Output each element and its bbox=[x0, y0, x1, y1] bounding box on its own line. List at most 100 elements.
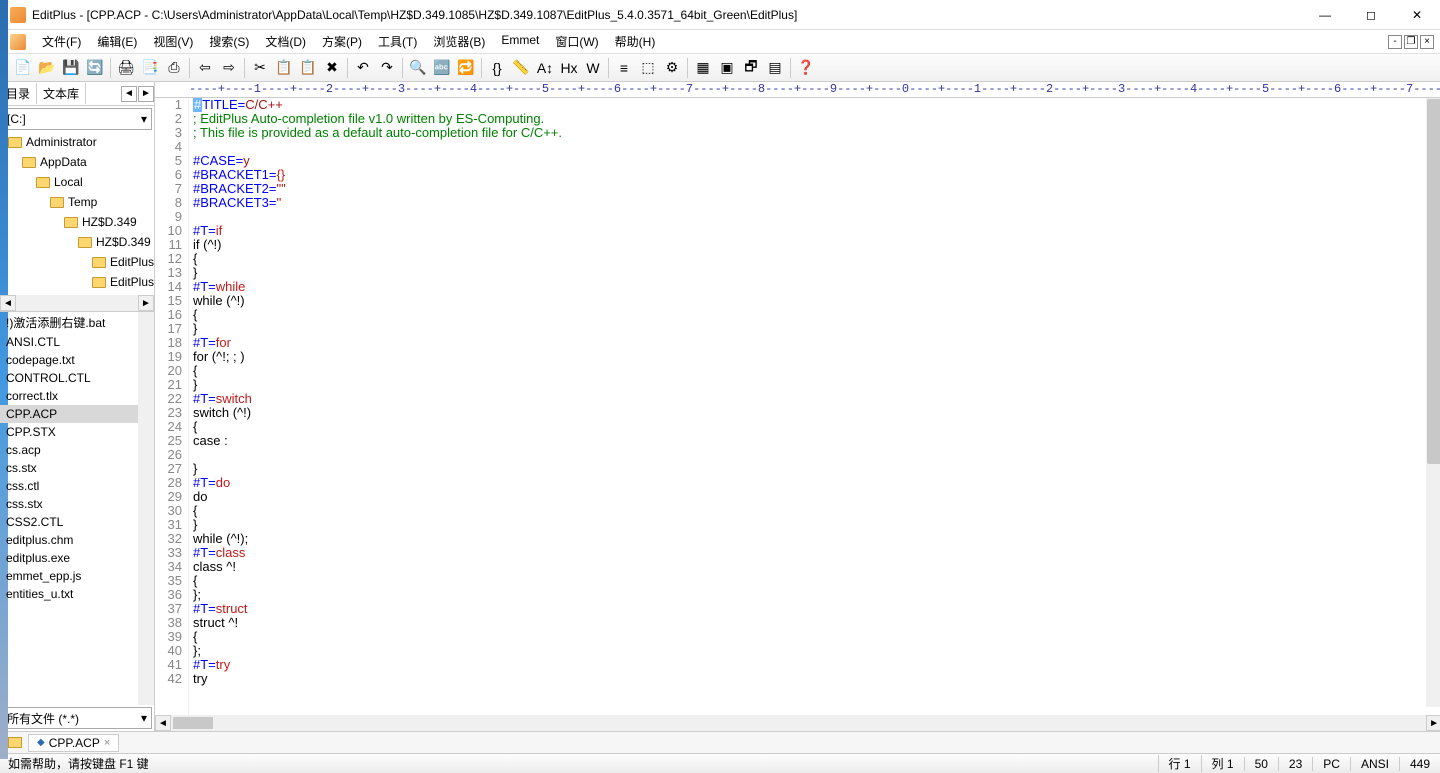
code-line[interactable]: switch (^!) bbox=[193, 406, 1440, 420]
code-line[interactable]: { bbox=[193, 252, 1440, 266]
toolbar-button[interactable]: W bbox=[582, 57, 604, 79]
tree-node[interactable]: HZ$D.349 bbox=[0, 212, 154, 232]
code-line[interactable]: } bbox=[193, 322, 1440, 336]
toolbar-button[interactable]: 💾 bbox=[60, 57, 82, 79]
toolbar-button[interactable]: 📏 bbox=[510, 57, 532, 79]
file-item[interactable]: CPP.ACP bbox=[0, 405, 154, 423]
code-line[interactable]: } bbox=[193, 518, 1440, 532]
document-tab[interactable]: ◆ CPP.ACP × bbox=[28, 734, 119, 752]
toolbar-button[interactable]: ▦ bbox=[692, 57, 714, 79]
file-item[interactable]: CSS2.CTL bbox=[0, 513, 154, 531]
code-line[interactable]: while (^!) bbox=[193, 294, 1440, 308]
sidebar-tab-cliptext[interactable]: 文本库 bbox=[37, 83, 86, 104]
code-line[interactable]: #BRACKET3='' bbox=[193, 196, 1440, 210]
code-line[interactable]: { bbox=[193, 504, 1440, 518]
filelist-vscroll[interactable] bbox=[138, 312, 154, 705]
toolbar-button[interactable]: ❓ bbox=[795, 57, 817, 79]
tree-node[interactable]: HZ$D.349 bbox=[0, 232, 154, 252]
toolbar-button[interactable]: ⇦ bbox=[194, 57, 216, 79]
code-text[interactable]: #TITLE=C/C++; EditPlus Auto-completion f… bbox=[189, 98, 1440, 715]
toolbar-button[interactable]: 📋 bbox=[297, 57, 319, 79]
editor-hscroll[interactable]: ◄ ► bbox=[155, 715, 1440, 731]
toolbar-button[interactable]: 🔄 bbox=[84, 57, 106, 79]
menu-item[interactable]: 文件(F) bbox=[34, 31, 89, 52]
mdi-minimize-button[interactable]: - bbox=[1388, 35, 1402, 49]
toolbar-button[interactable]: ▣ bbox=[716, 57, 738, 79]
toolbar-button[interactable]: 📄 bbox=[12, 57, 34, 79]
tree-node[interactable]: EditPlus bbox=[0, 252, 154, 272]
code-line[interactable]: { bbox=[193, 630, 1440, 644]
code-line[interactable]: #T=while bbox=[193, 280, 1440, 294]
toolbar-button[interactable]: A↕ bbox=[534, 57, 556, 79]
file-item[interactable]: CONTROL.CTL bbox=[0, 369, 154, 387]
file-item[interactable]: emmet_epp.js bbox=[0, 567, 154, 585]
code-line[interactable]: } bbox=[193, 378, 1440, 392]
file-item[interactable]: cs.acp bbox=[0, 441, 154, 459]
tree-node[interactable]: Temp bbox=[0, 192, 154, 212]
file-item[interactable]: correct.tlx bbox=[0, 387, 154, 405]
tree-scroll-left[interactable]: ◄ bbox=[0, 295, 16, 311]
file-item[interactable]: entities_u.txt bbox=[0, 585, 154, 603]
menu-item[interactable]: 编辑(E) bbox=[89, 31, 145, 52]
toolbar-button[interactable]: ↶ bbox=[352, 57, 374, 79]
sidebar-nav-next[interactable]: ► bbox=[138, 86, 154, 102]
menu-item[interactable]: 方案(P) bbox=[314, 31, 370, 52]
code-line[interactable]: class ^! bbox=[193, 560, 1440, 574]
toolbar-button[interactable]: 🔤 bbox=[431, 57, 453, 79]
toolbar-button[interactable]: ✂ bbox=[249, 57, 271, 79]
code-line[interactable]: #T=class bbox=[193, 546, 1440, 560]
menu-item[interactable]: 文档(D) bbox=[257, 31, 314, 52]
toolbar-button[interactable]: ⬚ bbox=[637, 57, 659, 79]
code-line[interactable]: #CASE=y bbox=[193, 154, 1440, 168]
code-line[interactable]: ; This file is provided as a default aut… bbox=[193, 126, 1440, 140]
tree-node[interactable]: AppData bbox=[0, 152, 154, 172]
hscroll-right[interactable]: ► bbox=[1426, 715, 1440, 731]
minimize-button[interactable]: — bbox=[1302, 0, 1348, 30]
code-line[interactable]: for (^!; ; ) bbox=[193, 350, 1440, 364]
toolbar-button[interactable]: 📑 bbox=[139, 57, 161, 79]
code-line[interactable]: ; EditPlus Auto-completion file v1.0 wri… bbox=[193, 112, 1440, 126]
file-item[interactable]: cs.stx bbox=[0, 459, 154, 477]
file-item[interactable]: css.stx bbox=[0, 495, 154, 513]
code-line[interactable]: struct ^! bbox=[193, 616, 1440, 630]
code-line[interactable]: #BRACKET1={} bbox=[193, 168, 1440, 182]
mdi-close-button[interactable]: × bbox=[1420, 35, 1434, 49]
code-line[interactable]: #TITLE=C/C++ bbox=[193, 98, 1440, 112]
code-line[interactable]: #T=struct bbox=[193, 602, 1440, 616]
file-item[interactable]: !)激活添删右键.bat bbox=[0, 312, 154, 333]
sidebar-nav-prev[interactable]: ◄ bbox=[121, 86, 137, 102]
close-button[interactable]: ✕ bbox=[1394, 0, 1440, 30]
app-menu-icon[interactable] bbox=[10, 34, 26, 50]
code-line[interactable] bbox=[193, 210, 1440, 224]
editor-vscroll[interactable] bbox=[1426, 98, 1440, 707]
tree-scroll-right[interactable]: ► bbox=[138, 295, 154, 311]
code-line[interactable]: #T=if bbox=[193, 224, 1440, 238]
code-line[interactable] bbox=[193, 140, 1440, 154]
toolbar-button[interactable]: {} bbox=[486, 57, 508, 79]
menu-item[interactable]: 工具(T) bbox=[370, 31, 425, 52]
toolbar-button[interactable]: ↷ bbox=[376, 57, 398, 79]
toolbar-button[interactable]: 🔁 bbox=[455, 57, 477, 79]
drive-select[interactable]: [C:] ▾ bbox=[2, 108, 152, 130]
toolbar-button[interactable]: ✖ bbox=[321, 57, 343, 79]
toolbar-button[interactable]: ▤ bbox=[764, 57, 786, 79]
folder-icon[interactable] bbox=[8, 737, 22, 748]
file-filter[interactable]: 所有文件 (*.*) ▾ bbox=[2, 707, 152, 729]
toolbar-button[interactable]: ⎙ bbox=[163, 57, 185, 79]
code-line[interactable]: { bbox=[193, 420, 1440, 434]
toolbar-button[interactable]: 📋 bbox=[273, 57, 295, 79]
code-line[interactable]: #T=try bbox=[193, 658, 1440, 672]
code-line[interactable]: #T=for bbox=[193, 336, 1440, 350]
code-line[interactable]: { bbox=[193, 574, 1440, 588]
code-line[interactable]: if (^!) bbox=[193, 238, 1440, 252]
menu-item[interactable]: 视图(V) bbox=[145, 31, 201, 52]
code-line[interactable]: { bbox=[193, 364, 1440, 378]
code-line[interactable]: #T=do bbox=[193, 476, 1440, 490]
code-line[interactable]: while (^!); bbox=[193, 532, 1440, 546]
toolbar-button[interactable]: ≡ bbox=[613, 57, 635, 79]
menu-item[interactable]: 浏览器(B) bbox=[425, 31, 493, 52]
mdi-restore-button[interactable]: ❐ bbox=[1404, 35, 1418, 49]
code-line[interactable]: try bbox=[193, 672, 1440, 686]
toolbar-button[interactable]: ⇨ bbox=[218, 57, 240, 79]
menu-item[interactable]: Emmet bbox=[493, 31, 547, 52]
